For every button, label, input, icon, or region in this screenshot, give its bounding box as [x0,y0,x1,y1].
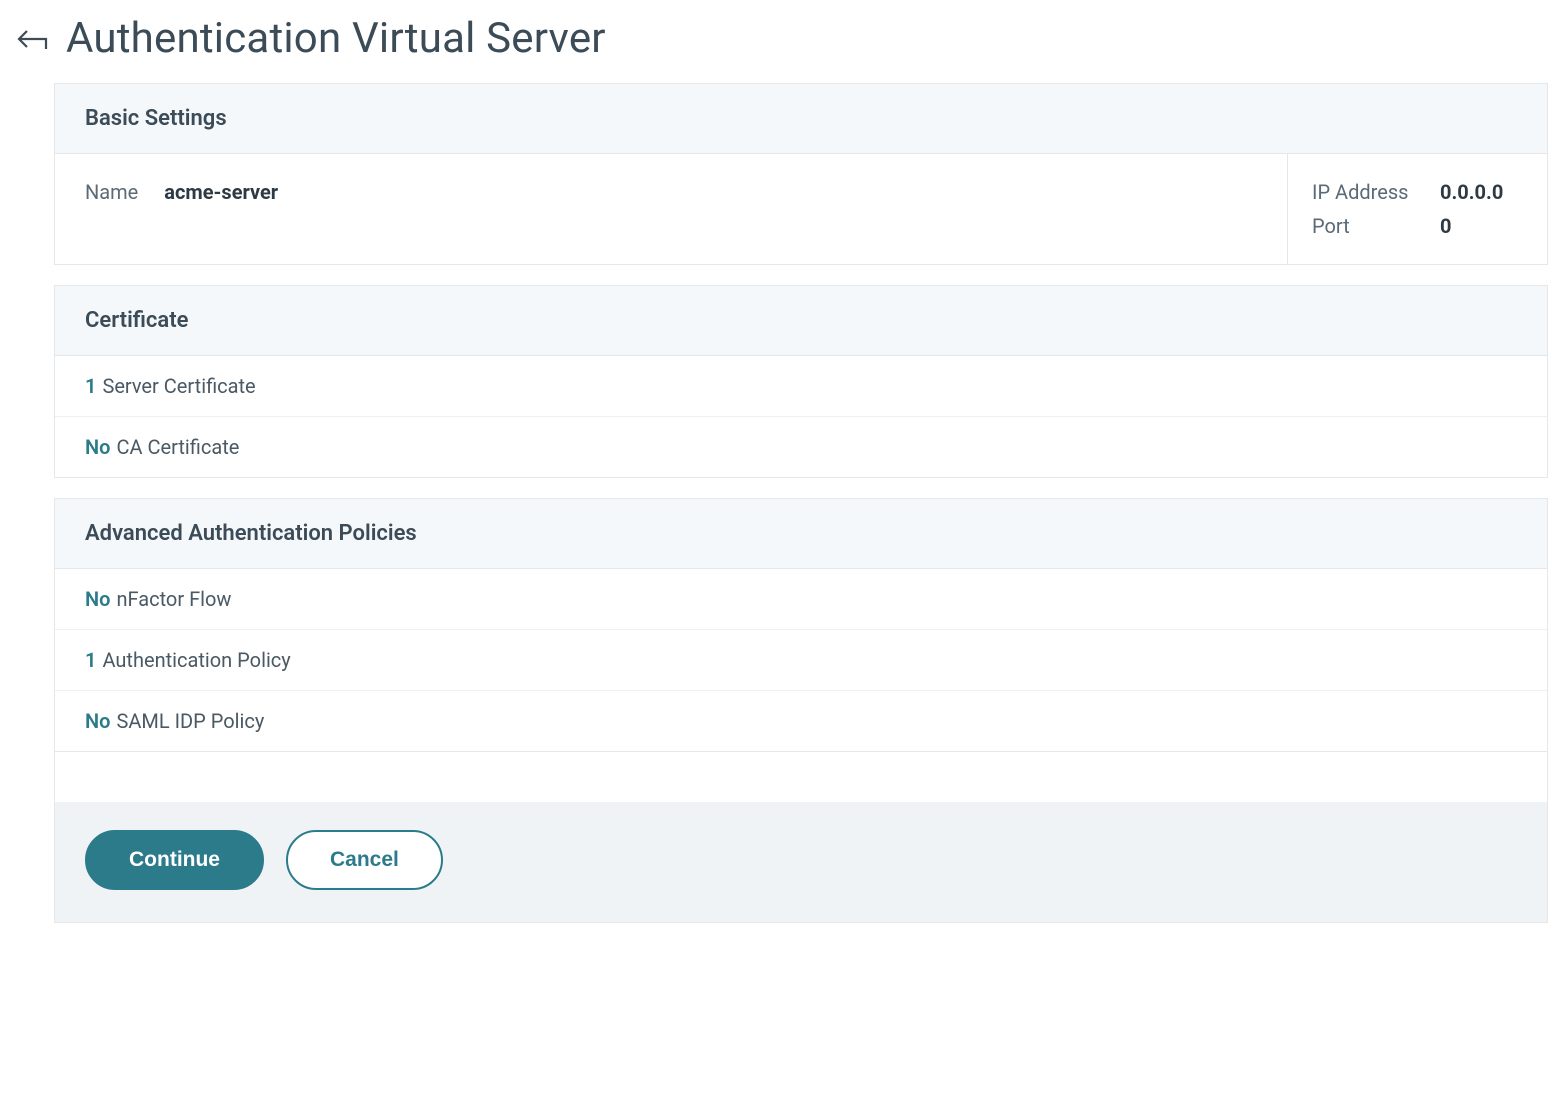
advanced-auth-panel: Advanced Authentication Policies No nFac… [54,498,1548,752]
saml-idp-policy-count: No [85,709,110,733]
port-value: 0 [1440,214,1451,238]
basic-settings-body: Name acme-server IP Address 0.0.0.0 Port… [55,154,1547,264]
authentication-policy-row[interactable]: 1 Authentication Policy [55,630,1547,691]
server-certificate-label: Server Certificate [102,374,255,398]
back-arrow-icon[interactable] [14,19,54,59]
ca-certificate-label: CA Certificate [116,435,239,459]
saml-idp-policy-label: SAML IDP Policy [116,709,264,733]
cancel-button[interactable]: Cancel [286,830,443,890]
authentication-policy-label: Authentication Policy [102,648,290,672]
basic-settings-right: IP Address 0.0.0.0 Port 0 [1287,154,1547,264]
nfactor-flow-label: nFactor Flow [116,587,231,611]
name-label: Name [85,180,138,204]
advanced-auth-title: Advanced Authentication Policies [85,521,1517,546]
ip-row: IP Address 0.0.0.0 [1312,180,1517,204]
advanced-auth-header: Advanced Authentication Policies [55,499,1547,569]
advanced-auth-body: No nFactor Flow 1 Authentication Policy … [55,569,1547,751]
ca-certificate-row[interactable]: No CA Certificate [55,417,1547,477]
main-content: Basic Settings Name acme-server IP Addre… [54,83,1548,923]
name-value: acme-server [164,180,278,204]
basic-settings-panel: Basic Settings Name acme-server IP Addre… [54,83,1548,265]
basic-settings-title: Basic Settings [85,106,1517,131]
certificate-header: Certificate [55,286,1547,356]
certificate-body: 1 Server Certificate No CA Certificate [55,356,1547,477]
port-row: Port 0 [1312,214,1517,238]
footer-actions: Continue Cancel [54,802,1548,923]
nfactor-flow-count: No [85,587,110,611]
certificate-title: Certificate [85,308,1517,333]
server-certificate-row[interactable]: 1 Server Certificate [55,356,1547,417]
saml-idp-policy-row[interactable]: No SAML IDP Policy [55,691,1547,751]
basic-settings-left: Name acme-server [55,154,1287,264]
nfactor-flow-row[interactable]: No nFactor Flow [55,569,1547,630]
authentication-policy-count: 1 [85,648,96,672]
certificate-panel: Certificate 1 Server Certificate No CA C… [54,285,1548,478]
ca-certificate-count: No [85,435,110,459]
continue-button[interactable]: Continue [85,830,264,890]
ip-value: 0.0.0.0 [1440,180,1503,204]
server-certificate-count: 1 [85,374,96,398]
page-header: Authentication Virtual Server [0,0,1548,83]
ip-label: IP Address [1312,180,1422,204]
page-title: Authentication Virtual Server [66,14,606,63]
port-label: Port [1312,214,1422,238]
basic-settings-header: Basic Settings [55,84,1547,154]
